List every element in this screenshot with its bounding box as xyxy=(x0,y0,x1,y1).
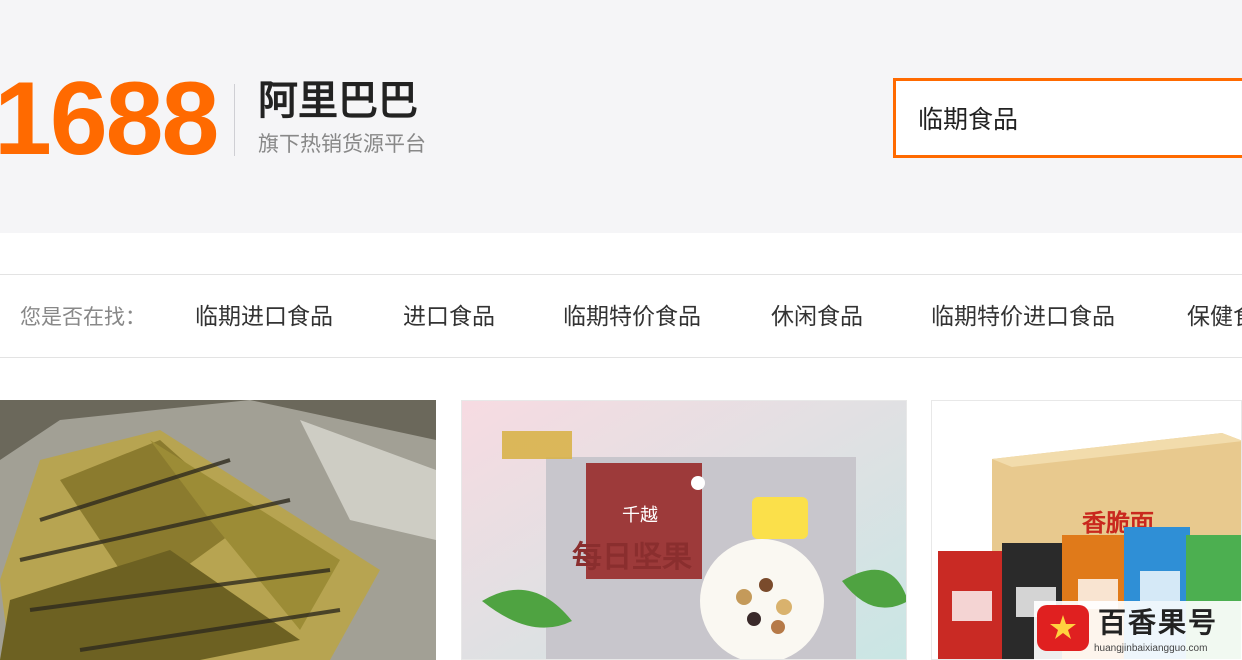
watermark-logo-icon xyxy=(1037,605,1089,651)
suggestion-item[interactable]: 休闲食品 xyxy=(771,302,863,332)
watermark-name: 百香果号 xyxy=(1098,606,1219,639)
suggestion-bar: 您是否在找： 临期进口食品 进口食品 临期特价食品 休闲食品 临期特价进口食品 … xyxy=(0,274,1242,358)
logo-name: 阿里巴巴 xyxy=(258,78,418,124)
logo-divider xyxy=(234,84,235,156)
watermark: 百香果号 huangjinbaixiangguo.com xyxy=(1034,601,1242,660)
suggestion-item[interactable]: 进口食品 xyxy=(403,302,495,332)
suggestion-label: 您是否在找： xyxy=(20,305,146,329)
search-box[interactable] xyxy=(893,78,1242,158)
daily-nuts-product-image: 千越 每日坚果 xyxy=(462,401,906,659)
suggestion-item[interactable]: 保健食 xyxy=(1187,302,1242,332)
suggestion-item[interactable]: 临期特价食品 xyxy=(563,302,701,332)
site-header: 1688 阿里巴巴 旗下热销货源平台 xyxy=(0,0,1242,233)
suggestion-item[interactable]: 临期进口食品 xyxy=(195,302,333,332)
suggestion-item[interactable]: 临期特价进口食品 xyxy=(931,302,1115,332)
logo-tagline: 旗下热销货源平台 xyxy=(258,132,426,156)
watermark-url: huangjinbaixiangguo.com xyxy=(1094,643,1208,654)
search-input[interactable] xyxy=(896,81,1242,155)
logo-1688[interactable]: 1688 xyxy=(0,64,219,174)
svg-text:千越: 千越 xyxy=(622,505,658,526)
zongzi-product-image xyxy=(0,400,436,660)
product-card[interactable] xyxy=(0,400,436,660)
package-title: 每日坚果 xyxy=(572,540,692,575)
product-card[interactable]: 千越 每日坚果 xyxy=(461,400,907,660)
